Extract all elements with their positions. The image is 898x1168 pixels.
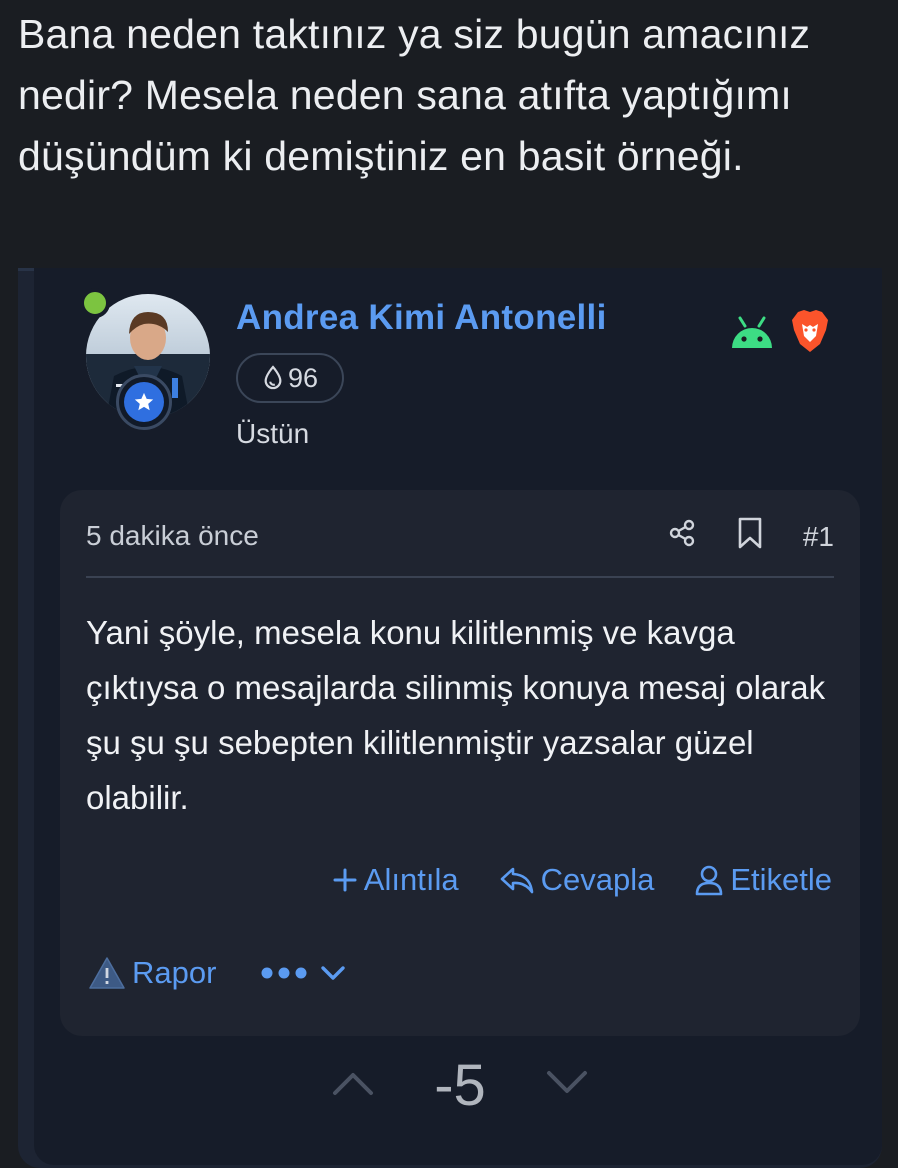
android-icon xyxy=(732,316,772,348)
vote-count: -5 xyxy=(434,1053,486,1118)
chevron-down-icon xyxy=(321,966,346,980)
reply-button[interactable]: Cevapla xyxy=(499,862,655,898)
reply-button-label: Cevapla xyxy=(540,862,655,897)
bookmark-button[interactable] xyxy=(737,517,763,556)
avatar[interactable] xyxy=(80,288,210,430)
user-icon xyxy=(696,865,723,896)
star-icon xyxy=(134,392,154,411)
post-timestamp[interactable]: 5 dakika önce xyxy=(86,520,259,552)
post-header-divider xyxy=(86,576,834,578)
plus-icon xyxy=(333,868,357,892)
author-name[interactable]: Andrea Kimi Antonelli xyxy=(236,298,607,338)
downvote-button[interactable] xyxy=(544,1068,590,1103)
tag-user-button-label: Etiketle xyxy=(730,862,832,897)
rank-badge xyxy=(116,374,172,430)
more-dots-icon xyxy=(261,967,307,979)
upvote-button[interactable] xyxy=(330,1068,376,1103)
report-button[interactable]: Rapor xyxy=(88,955,216,991)
post-content: Yani şöyle, mesela konu kilitlenmiş ve k… xyxy=(86,614,826,816)
quote-button-label: Alıntıla xyxy=(363,862,459,897)
warning-icon xyxy=(89,957,125,989)
reputation-points-badge: 96 xyxy=(236,353,344,403)
post-secondary-actions: Rapor xyxy=(88,955,346,991)
more-options-button[interactable] xyxy=(260,964,346,982)
reply-icon xyxy=(500,867,533,894)
post-header-actions: #1 xyxy=(667,517,834,556)
share-icon xyxy=(669,519,695,547)
post-number-link[interactable]: #1 xyxy=(803,521,834,553)
chevron-down-icon xyxy=(546,1071,587,1093)
tag-user-button[interactable]: Etiketle xyxy=(694,862,832,898)
online-status-indicator xyxy=(80,288,110,318)
quoted-message: Bana neden taktınız ya siz bugün amacını… xyxy=(18,11,811,179)
bookmark-icon xyxy=(738,517,762,549)
quote-button[interactable]: Alıntıla xyxy=(332,862,459,898)
share-button[interactable] xyxy=(667,518,697,555)
points-value: 96 xyxy=(287,362,319,393)
report-button-label: Rapor xyxy=(132,955,217,990)
post-reply-actions: Alıntıla Cevapla Etiketle xyxy=(332,862,832,898)
brave-browser-icon xyxy=(792,310,828,352)
drop-icon xyxy=(264,365,282,390)
user-rank-title: Üstün xyxy=(236,418,310,449)
chevron-up-icon xyxy=(333,1073,373,1095)
vote-controls: -5 xyxy=(330,1052,590,1119)
platform-icons xyxy=(728,308,830,354)
